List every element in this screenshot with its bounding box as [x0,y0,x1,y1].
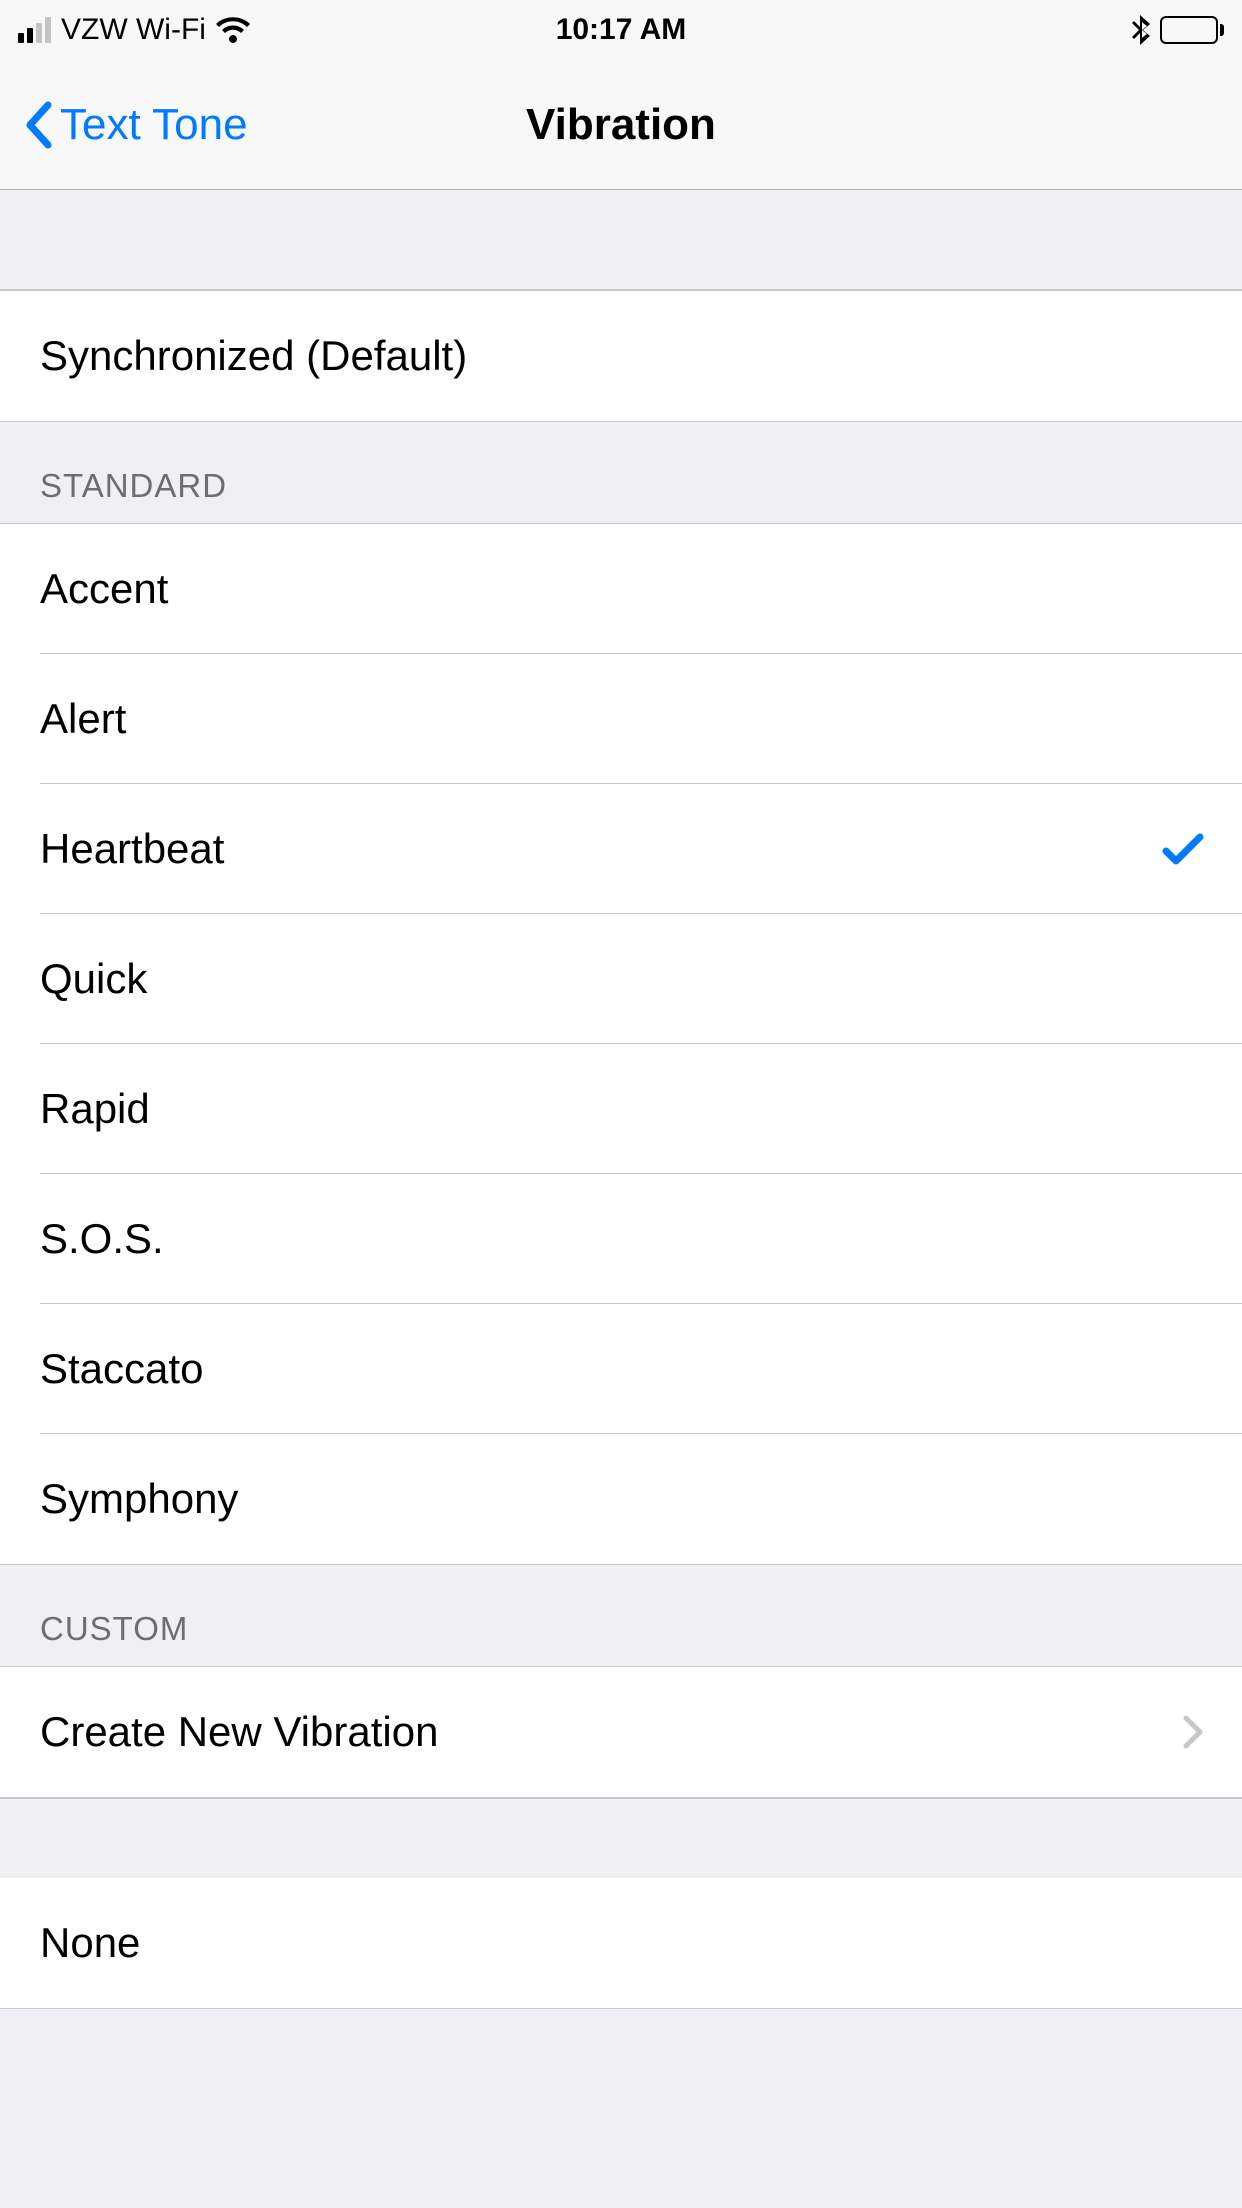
chevron-right-icon [1182,1714,1204,1750]
cell-label: Staccato [40,1345,203,1393]
group-spacer [0,1798,1242,1878]
status-left: VZW Wi-Fi [18,13,250,47]
custom-group: Create New Vibration [0,1666,1242,1798]
cell-label: Create New Vibration [40,1708,438,1756]
cell-label: Rapid [40,1085,150,1133]
cell-label: None [40,1919,140,1967]
vibration-option-rapid[interactable]: Rapid [0,1044,1242,1174]
section-header-standard: STANDARD [0,422,1242,523]
back-button[interactable]: Text Tone [0,100,248,150]
vibration-option-quick[interactable]: Quick [0,914,1242,1044]
cell-label: Synchronized (Default) [40,332,467,380]
battery-icon [1160,16,1224,44]
wifi-icon [216,17,250,43]
vibration-option-sos[interactable]: S.O.S. [0,1174,1242,1304]
cell-label: Accent [40,565,168,613]
cell-label: Alert [40,695,126,743]
create-new-vibration[interactable]: Create New Vibration [0,1667,1242,1797]
vibration-option-staccato[interactable]: Staccato [0,1304,1242,1434]
signal-strength-icon [18,17,51,43]
section-header-custom: CUSTOM [0,1565,1242,1666]
cell-label: Symphony [40,1475,238,1523]
vibration-option-heartbeat[interactable]: Heartbeat [0,784,1242,914]
nav-bar: Text Tone Vibration [0,60,1242,190]
cell-label: S.O.S. [40,1215,164,1263]
none-group: None [0,1878,1242,2009]
carrier-label: VZW Wi-Fi [61,13,206,47]
status-right [1132,15,1224,45]
checkmark-icon [1162,831,1204,867]
cell-label: Quick [40,955,147,1003]
cell-label: Heartbeat [40,825,224,873]
vibration-option-synchronized[interactable]: Synchronized (Default) [0,291,1242,421]
vibration-option-alert[interactable]: Alert [0,654,1242,784]
standard-group: Accent Alert Heartbeat Quick Rapid S.O.S… [0,523,1242,1565]
vibration-option-symphony[interactable]: Symphony [0,1434,1242,1564]
chevron-left-icon [22,101,52,149]
bluetooth-icon [1132,15,1150,45]
status-bar: VZW Wi-Fi 10:17 AM [0,0,1242,60]
vibration-option-none[interactable]: None [0,1878,1242,2008]
group-spacer [0,190,1242,290]
default-group: Synchronized (Default) [0,290,1242,422]
back-label: Text Tone [60,100,248,150]
vibration-option-accent[interactable]: Accent [0,524,1242,654]
